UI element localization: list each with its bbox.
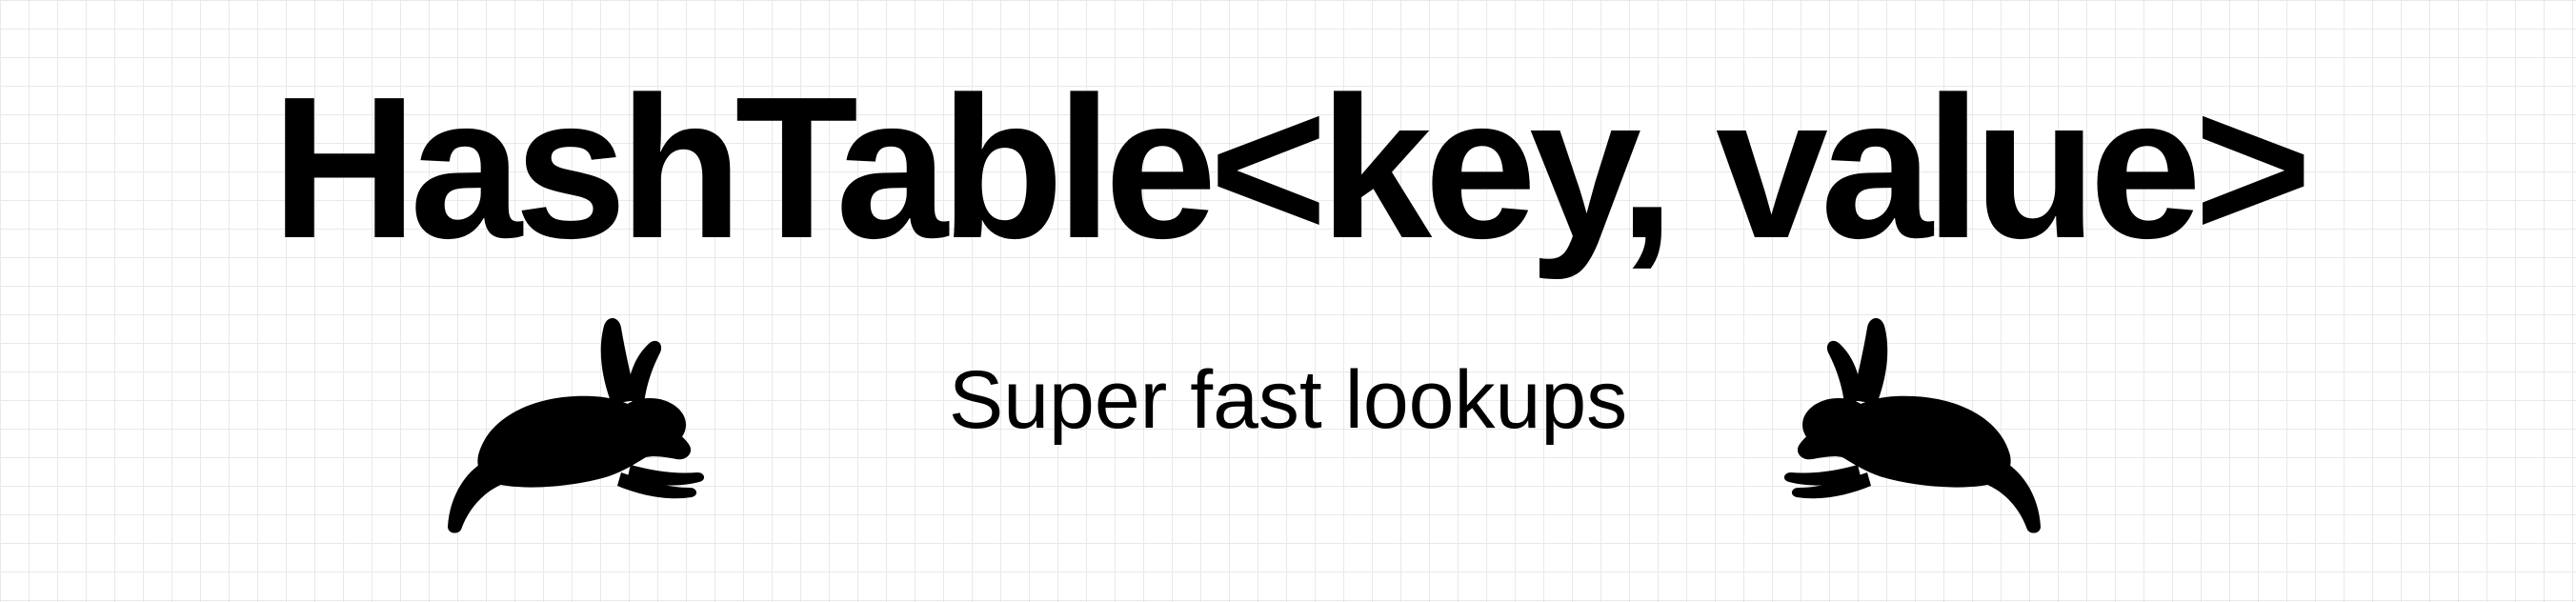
rabbit-silhouette: [1783, 317, 2041, 533]
slide-subtitle: Super fast lookups: [948, 354, 1628, 446]
slide: HashTable<key, value> Super fast lookups: [0, 0, 2576, 602]
rabbit-icon: [1781, 312, 2048, 537]
slide-title: HashTable<key, value>: [272, 54, 2312, 280]
